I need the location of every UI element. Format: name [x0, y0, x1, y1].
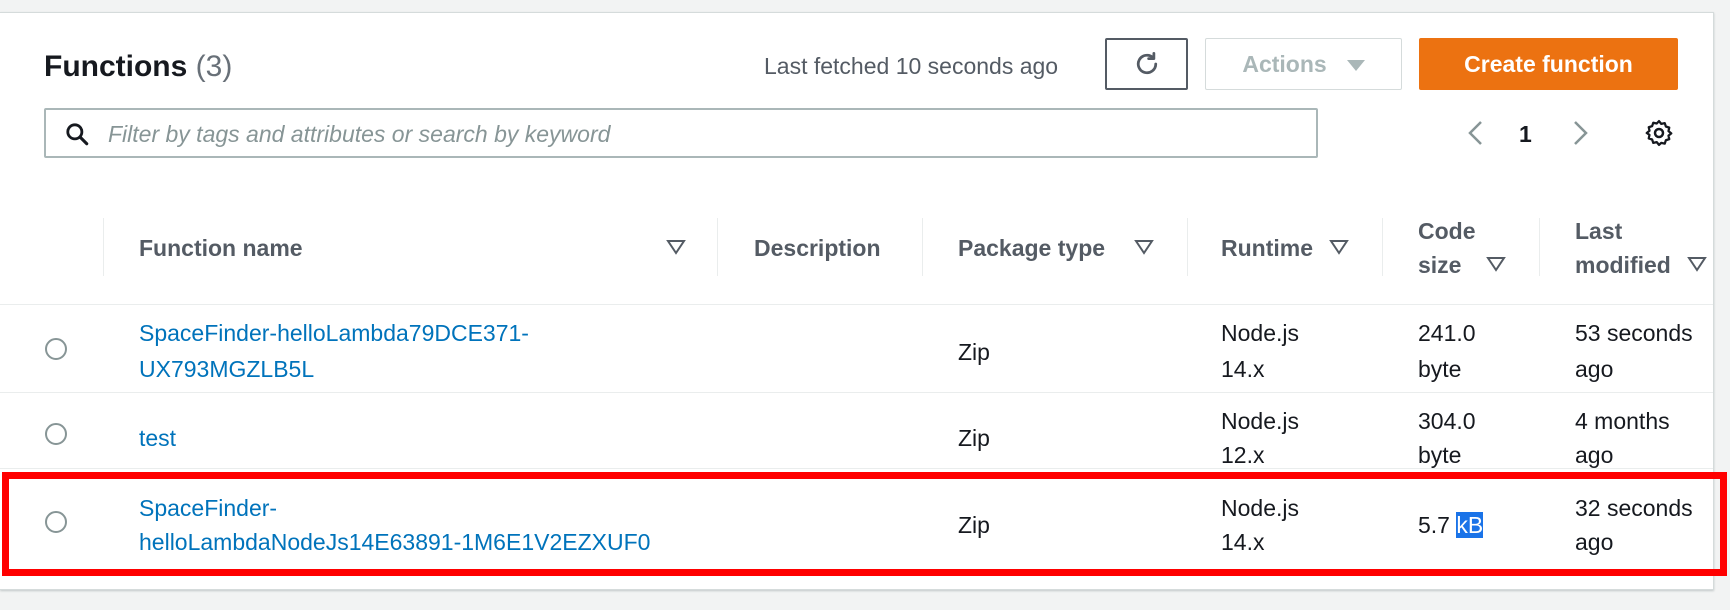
sort-icon[interactable] — [1687, 256, 1707, 272]
search-box[interactable] — [44, 108, 1318, 158]
sort-icon[interactable] — [1329, 239, 1349, 255]
refresh-icon — [1136, 52, 1157, 75]
code-size-cell: 241.0 — [1418, 320, 1476, 346]
last-modified-cell: 53 seconds — [1575, 320, 1693, 346]
search-icon — [66, 123, 89, 146]
runtime-cell: Node.js — [1221, 320, 1299, 346]
column-separator — [717, 218, 718, 276]
row-select-radio[interactable] — [45, 423, 67, 445]
search-input[interactable] — [106, 114, 1290, 154]
last-modified-cell-cont: ago — [1575, 442, 1614, 468]
column-header-code-size-line1[interactable]: Code — [1418, 218, 1476, 245]
column-header-function-name[interactable]: Function name — [139, 235, 303, 262]
sort-icon[interactable] — [1134, 239, 1154, 255]
column-separator — [1382, 218, 1383, 276]
page-number[interactable]: 1 — [1519, 121, 1532, 148]
runtime-cell-cont: 12.x — [1221, 442, 1265, 468]
create-function-button[interactable]: Create function — [1419, 38, 1678, 90]
last-modified-cell-cont: ago — [1575, 356, 1614, 382]
sort-icon[interactable] — [1486, 256, 1506, 272]
highlight-annotation-box — [2, 472, 1727, 576]
code-size-unit: byte — [1418, 442, 1462, 468]
function-name-link[interactable]: SpaceFinder-helloLambda79DCE371- — [139, 316, 529, 350]
column-header-package-type[interactable]: Package type — [958, 235, 1105, 262]
next-page-icon[interactable] — [1568, 118, 1592, 148]
column-header-code-size-line2[interactable]: size — [1418, 252, 1461, 279]
code-size-cell: 304.0 — [1418, 408, 1476, 434]
code-size-unit: byte — [1418, 356, 1462, 382]
column-separator — [1539, 218, 1540, 276]
runtime-cell-cont: 14.x — [1221, 356, 1265, 382]
column-header-last-modified-line1[interactable]: Last — [1575, 218, 1622, 245]
function-count: (3) — [195, 50, 233, 83]
last-modified-cell: 4 months — [1575, 408, 1670, 434]
actions-dropdown[interactable]: Actions — [1205, 38, 1402, 90]
column-header-last-modified-line2[interactable]: modified — [1575, 252, 1671, 279]
row-select-radio[interactable] — [45, 338, 67, 360]
column-header-description: Description — [754, 235, 881, 261]
package-type-cell: Zip — [958, 339, 990, 365]
column-separator — [922, 218, 923, 276]
page-title: Functions (3) — [44, 50, 232, 84]
caret-down-icon — [1346, 59, 1365, 71]
column-header-runtime[interactable]: Runtime — [1221, 235, 1313, 262]
function-name-link[interactable]: test — [139, 421, 176, 455]
sort-icon[interactable] — [666, 239, 686, 255]
last-fetched-text: Last fetched 10 seconds ago — [764, 53, 1059, 79]
runtime-cell: Node.js — [1221, 408, 1299, 434]
function-name-link-cont[interactable]: UX793MGZLB5L — [139, 352, 314, 386]
package-type-cell: Zip — [958, 425, 990, 451]
column-separator — [1187, 218, 1188, 276]
column-separator — [103, 218, 104, 276]
actions-label: Actions — [1242, 50, 1327, 77]
previous-page-icon[interactable] — [1464, 118, 1488, 148]
refresh-button[interactable] — [1105, 38, 1188, 90]
settings-gear-icon[interactable] — [1644, 118, 1674, 148]
title-text: Functions — [44, 50, 188, 83]
